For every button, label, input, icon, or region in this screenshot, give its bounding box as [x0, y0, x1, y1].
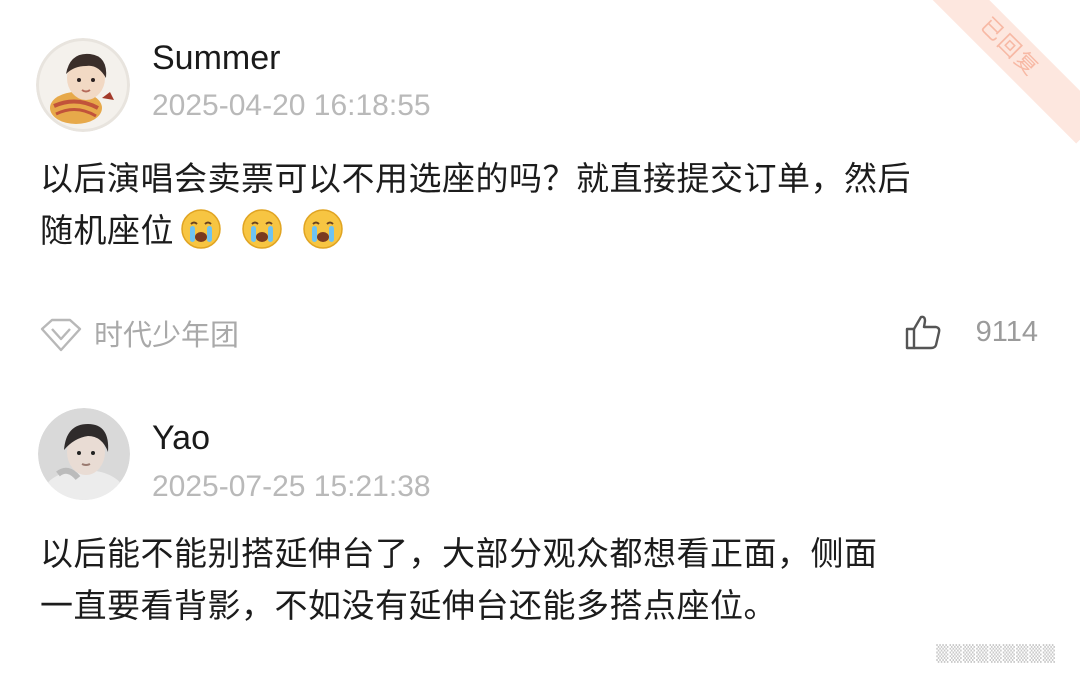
- watermark: ▒▒▒▒▒▒▒▒▒: [936, 644, 1056, 663]
- crying-emoji-icon: [303, 209, 343, 249]
- comment-line: 以后演唱会卖票可以不用选座的吗？就直接提交订单，然后: [40, 159, 911, 198]
- group-tag-label: 时代少年团: [94, 318, 240, 352]
- comment-meta: 时代少年团 9114: [38, 312, 1048, 358]
- comment-feed: 已回复 Summer 2025-04-20 16:18:55 以后演唱会卖票可以…: [0, 0, 1080, 683]
- comment-text: 以后演唱会卖票可以不用选座的吗？就直接提交订单，然后 随机座位: [40, 153, 1050, 265]
- username[interactable]: Summer: [152, 38, 280, 78]
- username[interactable]: Yao: [152, 418, 210, 458]
- timestamp: 2025-07-25 15:21:38: [152, 470, 431, 503]
- comment-text: 以后能不能别搭延伸台了，大部分观众都想看正面，侧面 一直要看背影，不如没有延伸台…: [40, 528, 1050, 632]
- diamond-icon: [40, 318, 82, 352]
- comment-line: 以后能不能别搭延伸台了，大部分观众都想看正面，侧面: [40, 534, 878, 573]
- crying-emoji-icon: [242, 209, 282, 249]
- avatar[interactable]: [36, 38, 130, 132]
- like-button[interactable]: 9114: [904, 312, 1038, 352]
- avatar[interactable]: [38, 408, 130, 500]
- comment-line: 随机座位: [40, 205, 1050, 265]
- comment-line: 一直要看背影，不如没有延伸台还能多搭点座位。: [40, 586, 777, 625]
- replied-badge: 已回复: [913, 0, 1080, 144]
- thumbs-up-icon: [905, 315, 941, 350]
- crying-emoji-icon: [181, 209, 221, 249]
- timestamp: 2025-04-20 16:18:55: [152, 89, 431, 122]
- like-count: 9114: [975, 316, 1038, 348]
- group-tag[interactable]: 时代少年团: [38, 315, 239, 355]
- emoji-group: [180, 208, 352, 265]
- comment-line-text: 随机座位: [40, 211, 174, 250]
